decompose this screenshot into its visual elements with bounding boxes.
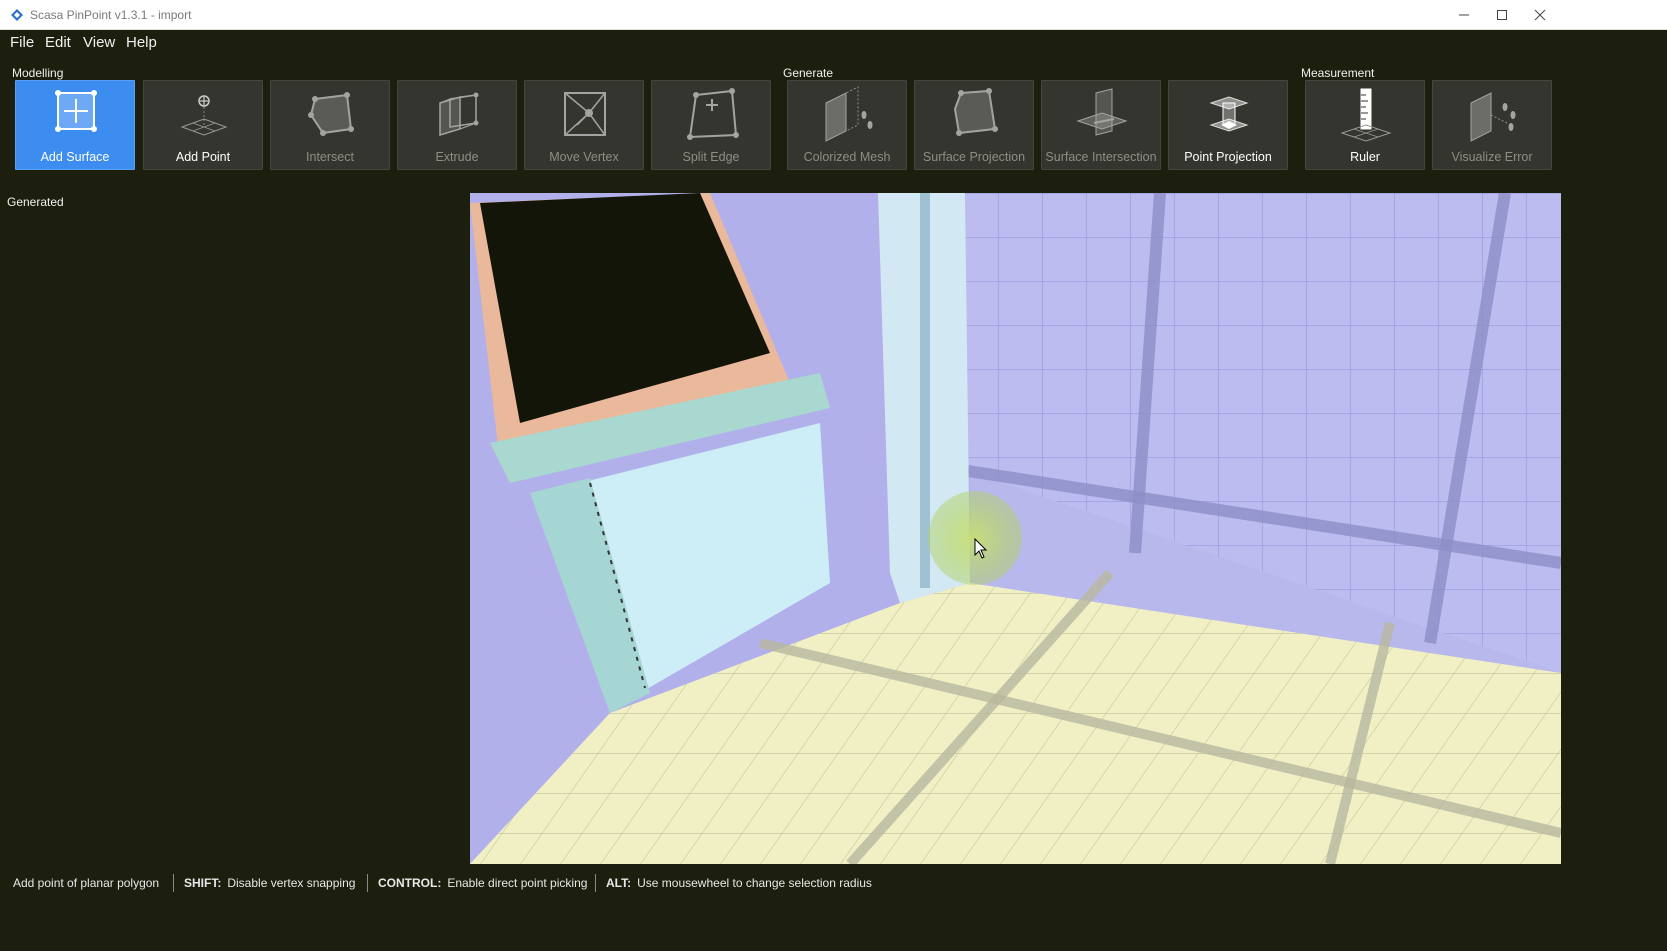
add-point-icon	[180, 95, 228, 136]
status-control-hint: CONTROL: Enable direct point picking	[378, 876, 587, 890]
group-label-modelling: Modelling	[12, 66, 64, 80]
visualize-error-icon	[1470, 92, 1516, 142]
surface-projection-button[interactable]: Surface Projection	[914, 80, 1034, 170]
point-projection-icon	[1209, 96, 1249, 132]
alt-description: Use mousewheel to change selection radiu…	[637, 876, 872, 890]
group-label-measurement: Measurement	[1301, 66, 1375, 80]
point-cloud-scene	[470, 193, 1561, 864]
status-divider	[173, 874, 174, 892]
menu-edit[interactable]: Edit	[45, 34, 71, 51]
split-edge-icon	[687, 88, 739, 140]
extrude-button[interactable]: Extrude	[397, 80, 517, 170]
status-shift-hint: SHIFT: Disable vertex snapping	[184, 876, 355, 890]
surface-projection-label: Surface Projection	[922, 150, 1026, 164]
add-surface-icon	[55, 90, 97, 132]
bottom-strip	[0, 895, 1667, 951]
ruler-label: Ruler	[1350, 150, 1380, 164]
shift-key: SHIFT:	[184, 876, 222, 890]
minimize-icon	[1459, 14, 1469, 16]
app-icon	[11, 9, 23, 21]
surface-intersection-button[interactable]: Surface Intersection	[1041, 80, 1161, 170]
title-bar: Scasa PinPoint v1.3.1 - import	[0, 0, 1667, 30]
move-vertex-label: Move Vertex	[549, 150, 619, 164]
add-point-label: Add Point	[175, 150, 231, 164]
intersect-button[interactable]: Intersect	[270, 80, 390, 170]
ruler-button[interactable]: Ruler	[1305, 80, 1425, 170]
split-edge-button[interactable]: Split Edge	[651, 80, 771, 170]
point-projection-button[interactable]: Point Projection	[1168, 80, 1288, 170]
point-projection-label: Point Projection	[1184, 150, 1272, 164]
extrude-icon	[439, 92, 479, 137]
group-label-generate: Generate	[783, 66, 834, 80]
intersect-icon	[308, 92, 354, 136]
extrude-label: Extrude	[435, 150, 479, 164]
shift-description: Disable vertex snapping	[227, 876, 356, 890]
visualize-error-button[interactable]: Visualize Error	[1432, 80, 1552, 170]
control-description: Enable direct point picking	[447, 876, 588, 890]
3d-viewport[interactable]	[470, 193, 1561, 864]
colorized-mesh-button[interactable]: Colorized Mesh	[787, 80, 907, 170]
split-edge-label: Split Edge	[682, 150, 740, 164]
alt-key: ALT:	[606, 876, 632, 890]
surface-projection-icon	[953, 88, 998, 136]
menu-help[interactable]: Help	[126, 34, 157, 51]
status-divider	[367, 874, 368, 892]
menu-bar: File Edit View Help	[0, 30, 1667, 56]
add-surface-label: Add Surface	[40, 150, 110, 164]
add-point-button[interactable]: Add Point	[143, 80, 263, 170]
intersect-label: Intersect	[306, 150, 354, 164]
menu-view[interactable]: View	[83, 34, 115, 51]
control-key: CONTROL:	[378, 876, 442, 890]
menu-file[interactable]: File	[10, 34, 34, 51]
visualize-error-label: Visualize Error	[1451, 150, 1533, 164]
close-icon	[1534, 9, 1546, 21]
status-divider	[595, 874, 596, 892]
colorized-mesh-label: Colorized Mesh	[803, 150, 891, 164]
colorized-mesh-icon	[825, 86, 873, 142]
move-vertex-button[interactable]: Move Vertex	[524, 80, 644, 170]
generated-panel-label: Generated	[7, 195, 64, 209]
surface-intersection-label: Surface Intersection	[1045, 150, 1157, 164]
status-alt-hint: ALT: Use mousewheel to change selection r…	[606, 876, 872, 890]
move-vertex-icon	[564, 92, 606, 136]
close-button[interactable]	[1517, 0, 1563, 30]
status-hint: Add point of planar polygon	[13, 876, 160, 890]
status-bar: Add point of planar polygon SHIFT: Disabl…	[0, 871, 1667, 895]
surface-intersection-icon	[1076, 88, 1128, 136]
window-title: Scasa PinPoint v1.3.1 - import	[30, 8, 192, 22]
add-surface-button[interactable]: Add Surface	[15, 80, 135, 170]
ruler-icon	[1340, 88, 1392, 142]
maximize-icon	[1497, 10, 1507, 20]
